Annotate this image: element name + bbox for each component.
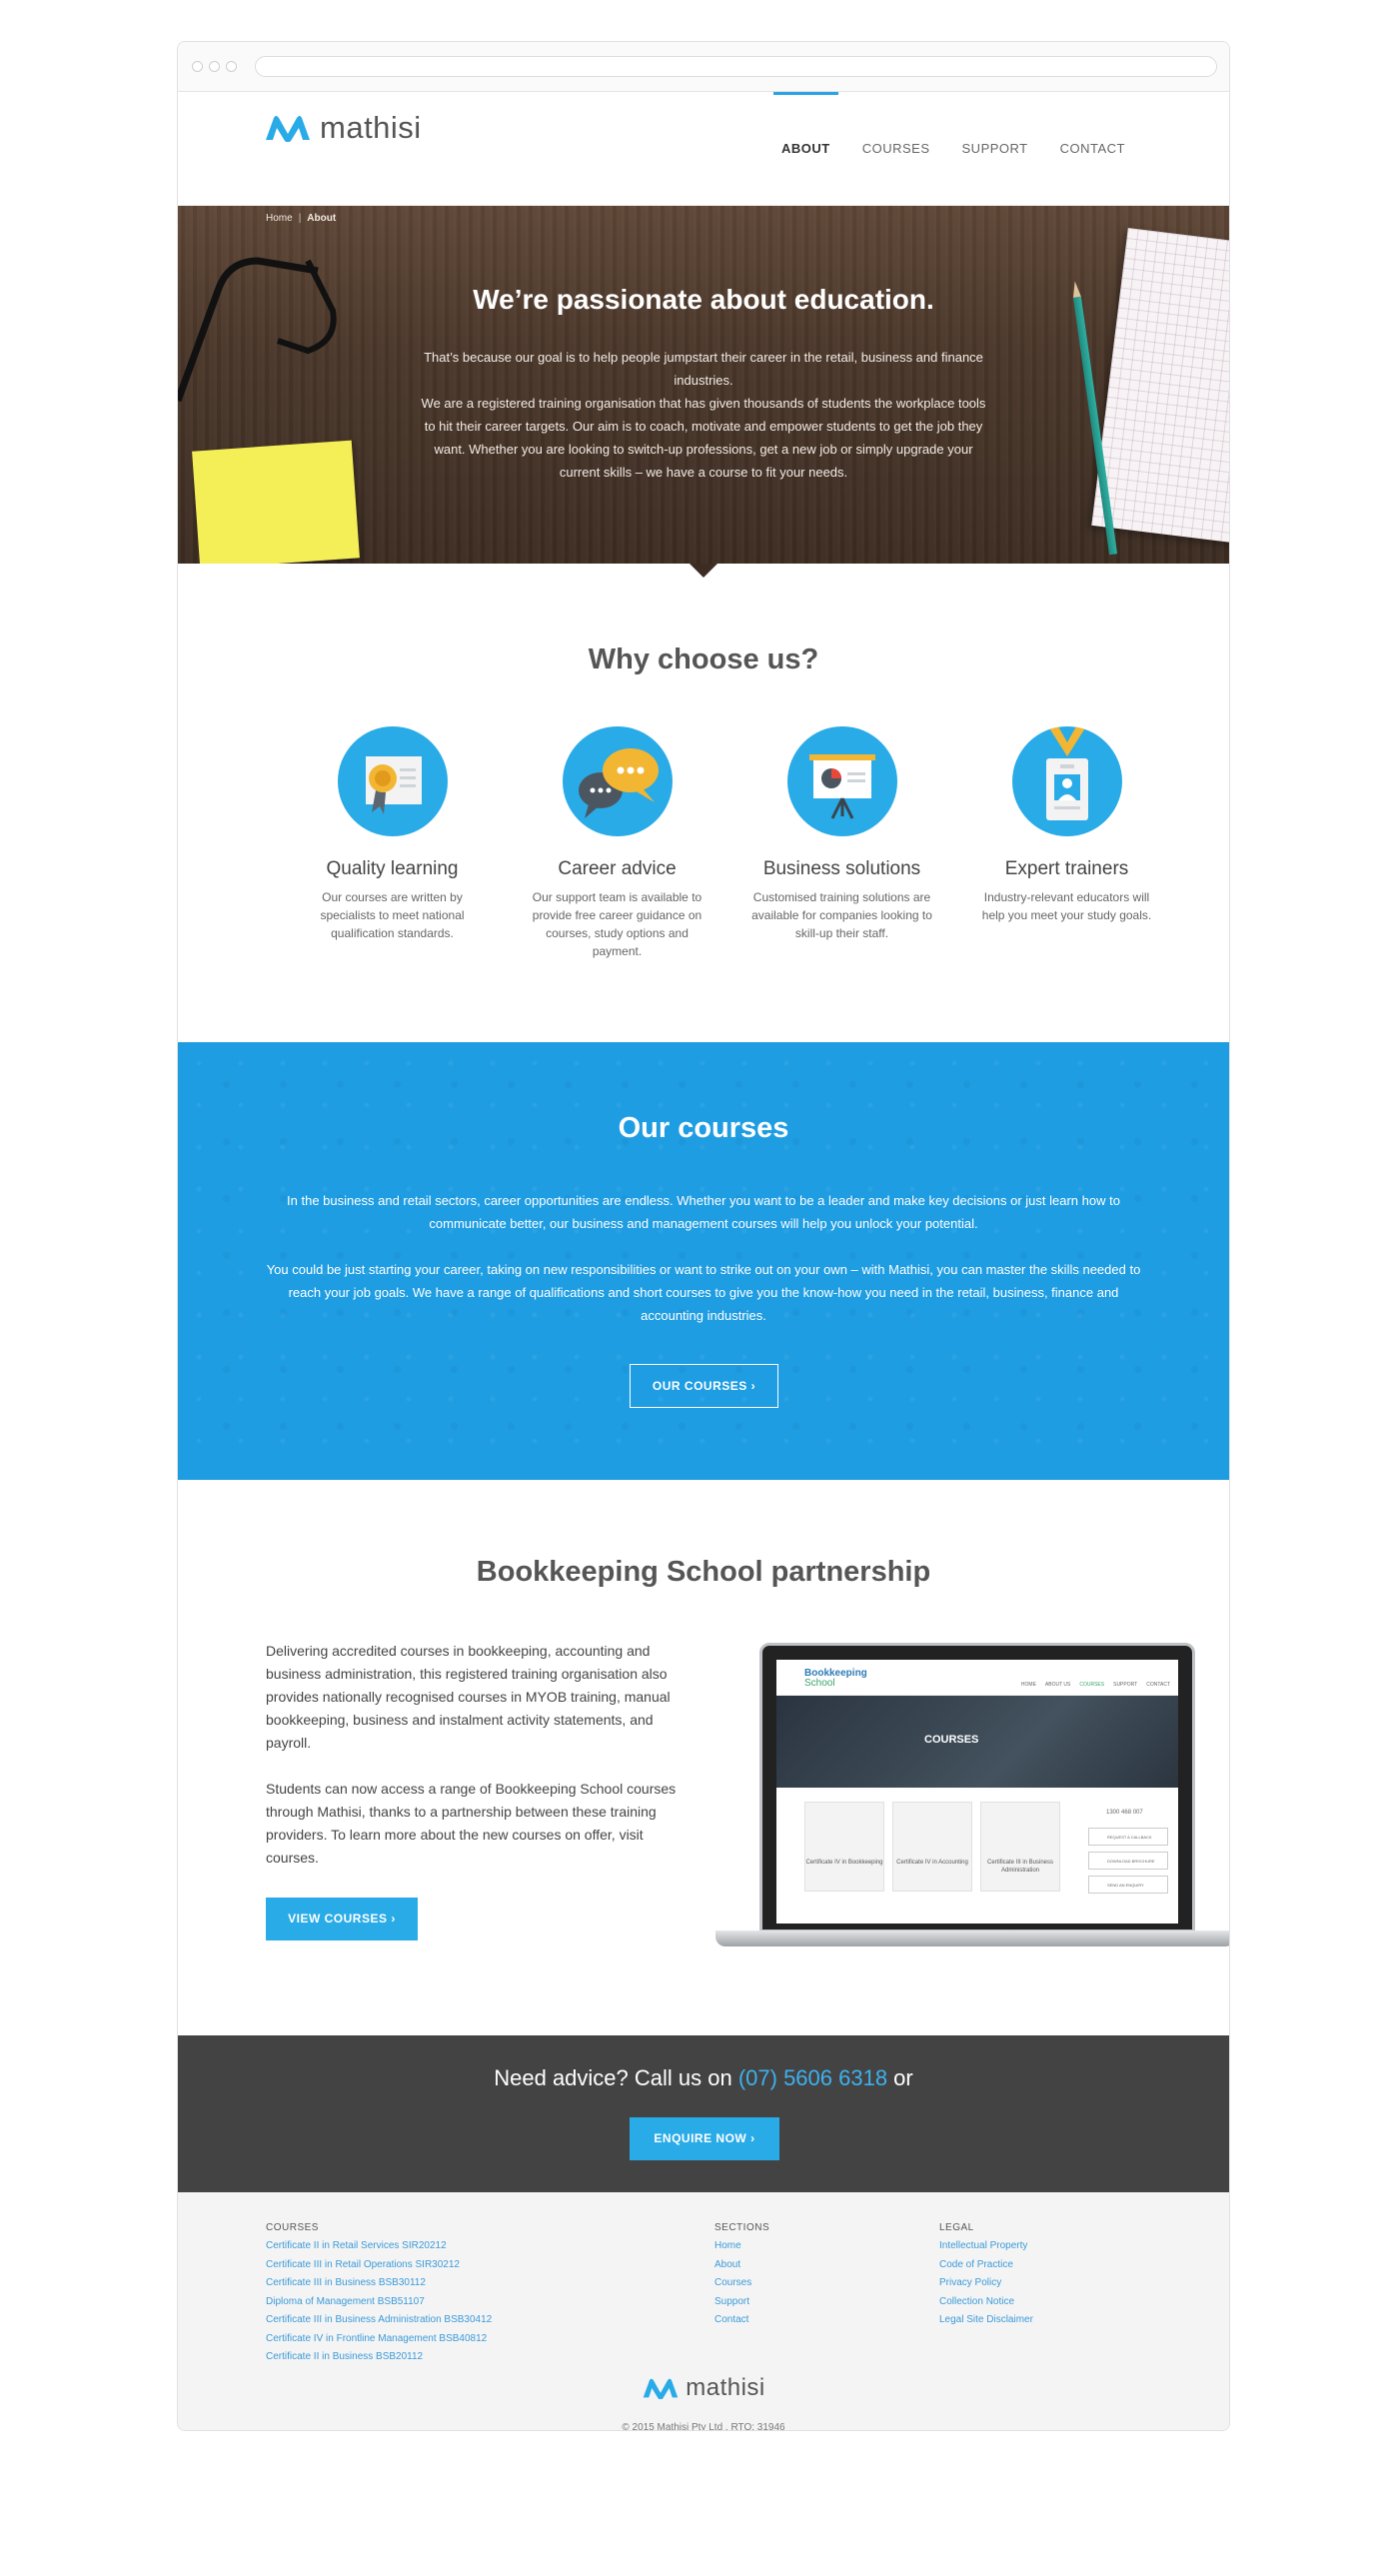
certificate-icon (337, 726, 448, 836)
footer-legal-column: LEGAL Intellectual Property Code of Prac… (939, 2222, 1033, 2330)
courses-title: Our courses (618, 1112, 789, 1144)
main-nav: ABOUT COURSES SUPPORT CONTACT (765, 92, 1141, 206)
hero-notch (690, 564, 717, 578)
browser-window: mathisi ABOUT COURSES SUPPORT CONTACT Ho… (177, 41, 1230, 2431)
courses-text: In the business and retail sectors, care… (266, 1193, 1141, 1323)
logo-mark-icon (643, 2378, 679, 2399)
footer-course-link[interactable]: Certificate III in Retail Operations SIR… (266, 2256, 492, 2275)
feature-business-solutions: Business solutions Customised training s… (729, 726, 954, 960)
nav-contact[interactable]: CONTACT (1044, 92, 1141, 206)
chat-bubbles-icon (562, 726, 673, 836)
features-list: Quality learning Our courses are written… (280, 726, 1179, 960)
footer-course-link[interactable]: Certificate II in Retail Services SIR202… (266, 2237, 492, 2256)
footer-courses-column: COURSES Certificate II in Retail Service… (266, 2222, 492, 2367)
site-footer: COURSES Certificate II in Retail Service… (178, 2192, 1229, 2431)
id-badge-icon (1011, 726, 1122, 836)
footer-legal-link[interactable]: Code of Practice (939, 2256, 1033, 2275)
chevron-right-icon: › (750, 1379, 756, 1393)
hero-title: We’re passionate about education. (473, 284, 934, 315)
footer-course-link[interactable]: Diploma of Management BSB51107 (266, 2293, 492, 2312)
footer-course-link[interactable]: Certificate II in Business BSB20112 (266, 2348, 492, 2367)
site-logo[interactable]: mathisi (264, 110, 422, 146)
nav-support[interactable]: SUPPORT (946, 92, 1044, 206)
site-header: mathisi ABOUT COURSES SUPPORT CONTACT (178, 92, 1229, 206)
logo-mark-icon (266, 116, 310, 142)
feature-quality-learning: Quality learning Our courses are written… (280, 726, 505, 960)
enquire-now-button[interactable]: ENQUIRE NOW › (630, 2117, 779, 2160)
footer-logo[interactable]: mathisi (178, 2374, 1229, 2402)
copyright: © 2015 Mathisi Pty Ltd . RTO: 31946 (622, 2422, 785, 2431)
feature-expert-trainers: Expert trainers Industry-relevant educat… (954, 726, 1179, 960)
bookkeeping-section: Bookkeeping School partnership Deliverin… (178, 1480, 1229, 2035)
presentation-board-icon (786, 726, 897, 836)
chevron-right-icon: › (750, 2131, 755, 2145)
feature-career-advice: Career advice Our support team is availa… (505, 726, 729, 960)
window-dot[interactable] (192, 61, 203, 72)
breadcrumb-home[interactable]: Home (266, 213, 293, 224)
logo-text: mathisi (320, 110, 422, 145)
chevron-right-icon: › (391, 1912, 396, 1926)
our-courses-button[interactable]: OUR COURSES › (630, 1364, 778, 1408)
hero-banner: Home | About We’re passionate about educat… (178, 206, 1229, 564)
footer-legal-link[interactable]: Privacy Policy (939, 2274, 1033, 2293)
footer-sections-column: SECTIONS Home About Courses Support Cont… (714, 2222, 769, 2330)
browser-chrome (178, 42, 1229, 92)
bookkeeping-title: Bookkeeping School partnership (476, 1556, 931, 1588)
why-choose-us-section: Why choose us? Quality learning Our cour… (178, 564, 1229, 1042)
advice-banner: Need advice? Call us on (07) 5606 6318 o… (178, 2035, 1229, 2192)
footer-course-link[interactable]: Certificate III in Business Administrati… (266, 2311, 492, 2330)
bookkeeping-site-screenshot: Bookkeeping School HOME ABOUT US COURSES SUP… (776, 1660, 1178, 1924)
our-courses-section: Our courses In the business and retail s… (178, 1042, 1229, 1480)
footer-section-link[interactable]: About (714, 2256, 769, 2275)
breadcrumb-current: About (307, 213, 337, 224)
nav-courses[interactable]: COURSES (846, 92, 946, 206)
footer-course-link[interactable]: Certificate IV in Frontline Management B… (266, 2330, 492, 2349)
footer-section-link[interactable]: Support (714, 2293, 769, 2312)
address-bar[interactable] (255, 56, 1217, 77)
nav-about[interactable]: ABOUT (765, 92, 846, 206)
view-courses-button[interactable]: VIEW COURSES › (266, 1898, 418, 1940)
footer-legal-link[interactable]: Intellectual Property (939, 2237, 1033, 2256)
window-dot[interactable] (226, 61, 237, 72)
glasses-image (178, 257, 337, 403)
why-title: Why choose us? (588, 644, 819, 675)
hero-text: That’s because our goal is to help peopl… (421, 350, 986, 480)
footer-legal-link[interactable]: Collection Notice (939, 2293, 1033, 2312)
footer-section-link[interactable]: Home (714, 2237, 769, 2256)
phone-link[interactable]: (07) 5606 6318 (738, 2065, 887, 2090)
footer-section-link[interactable]: Courses (714, 2274, 769, 2293)
advice-text: Need advice? Call us on (07) 5606 6318 o… (494, 2065, 913, 2090)
footer-section-link[interactable]: Contact (714, 2311, 769, 2330)
window-dot[interactable] (209, 61, 220, 72)
sticky-note-image (192, 440, 360, 564)
bookkeeping-text: Delivering accredited courses in bookkee… (266, 1643, 677, 1866)
footer-legal-link[interactable]: Legal Site Disclaimer (939, 2311, 1033, 2330)
laptop-mockup-image: Bookkeeping School HOME ABOUT US COURSES SUP… (715, 1643, 1229, 1952)
breadcrumb: Home | About (266, 213, 337, 224)
footer-course-link[interactable]: Certificate III in Business BSB30112 (266, 2274, 492, 2293)
